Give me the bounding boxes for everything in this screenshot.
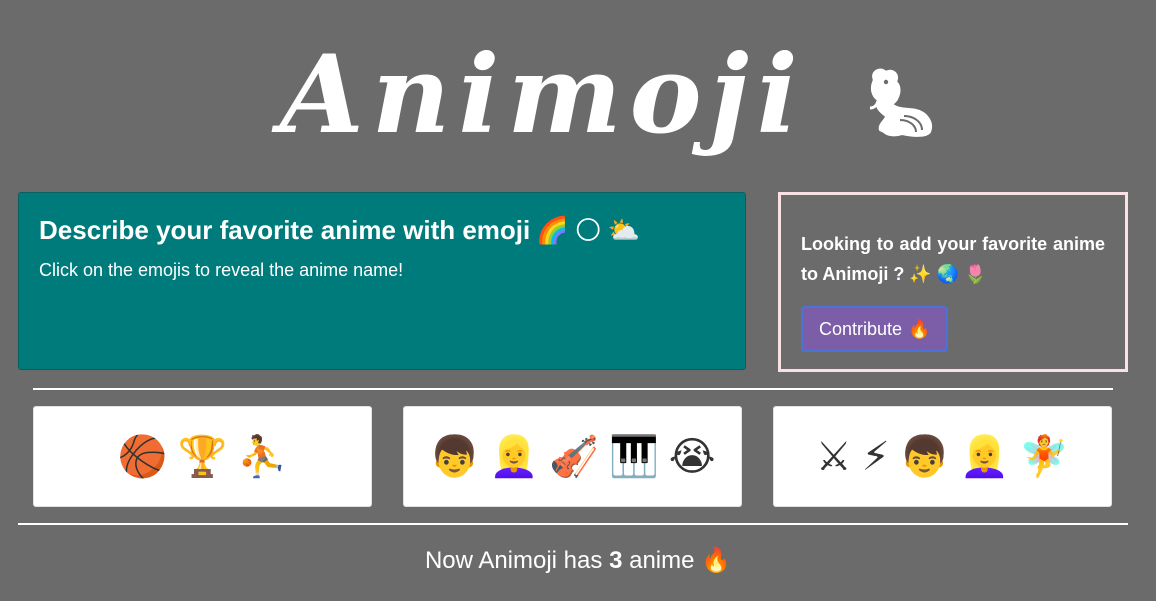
anime-card[interactable]: 👦 👱‍♀️ 🎻 🎹 😭 xyxy=(403,406,742,507)
contribute-panel: Looking to add your favorite anime to An… xyxy=(778,192,1128,372)
intro-title-text: Describe your favorite anime with emoji xyxy=(39,215,531,245)
fairy-icon: 🧚 xyxy=(1019,433,1070,480)
contribute-text: Looking to add your favorite anime to An… xyxy=(801,229,1105,290)
fire-icon: 🔥 xyxy=(701,546,732,574)
crossed-swords-icon: ⚔ xyxy=(815,433,852,480)
basketball-icon: 🏀 xyxy=(117,433,168,480)
boy-icon: 👦 xyxy=(429,433,480,480)
intro-card: Describe your favorite anime with emoji … xyxy=(18,192,746,370)
blond-woman-icon: 👱‍♀️ xyxy=(489,433,540,480)
crying-face-icon: 😭 xyxy=(668,433,716,480)
globe-icon: 🌏 xyxy=(936,264,960,285)
logo-text: Animoji xyxy=(280,32,806,158)
boy-icon: 👦 xyxy=(899,433,950,480)
contribute-button-label: Contribute xyxy=(819,318,903,339)
piano-icon: 🎹 xyxy=(608,433,659,480)
anime-card[interactable]: ⚔ ⚡ 👦 👱‍♀️ 🧚 xyxy=(773,406,1112,507)
rainbow-icon: 🌈 xyxy=(536,215,569,246)
tulip-icon: 🌷 xyxy=(964,264,987,285)
footer-prefix: Now Animoji has xyxy=(424,547,603,574)
basketball-player-icon: ⛹ xyxy=(237,433,288,480)
footer-suffix: anime xyxy=(629,547,695,574)
chipmunk-icon xyxy=(869,68,932,137)
site-logo: Animoji xyxy=(280,10,936,180)
blond-woman-icon: 👱‍♀️ xyxy=(959,433,1010,480)
fire-icon: 🔥 xyxy=(908,318,931,340)
anime-count: 3 xyxy=(609,547,623,574)
violin-icon: 🎻 xyxy=(549,433,599,480)
divider-bottom xyxy=(18,523,1128,525)
divider-top xyxy=(33,388,1113,390)
lightning-icon: ⚡ xyxy=(861,433,890,480)
intro-subtitle: Click on the emojis to reveal the anime … xyxy=(39,260,404,280)
intro-title: Describe your favorite anime with emoji … xyxy=(39,215,725,246)
anime-card[interactable]: 🏀 🏆 ⛹ xyxy=(33,406,372,507)
trophy-icon: 🏆 xyxy=(177,433,228,480)
anime-count-footer: Now Animoji has 3 anime 🔥 xyxy=(0,546,1156,575)
sparkles-icon: ✨ xyxy=(909,264,932,285)
contribute-button[interactable]: Contribute 🔥 xyxy=(801,306,949,352)
sun-behind-cloud-icon: ⛅ xyxy=(607,215,641,246)
full-moon-icon: 🌕 xyxy=(574,215,602,246)
